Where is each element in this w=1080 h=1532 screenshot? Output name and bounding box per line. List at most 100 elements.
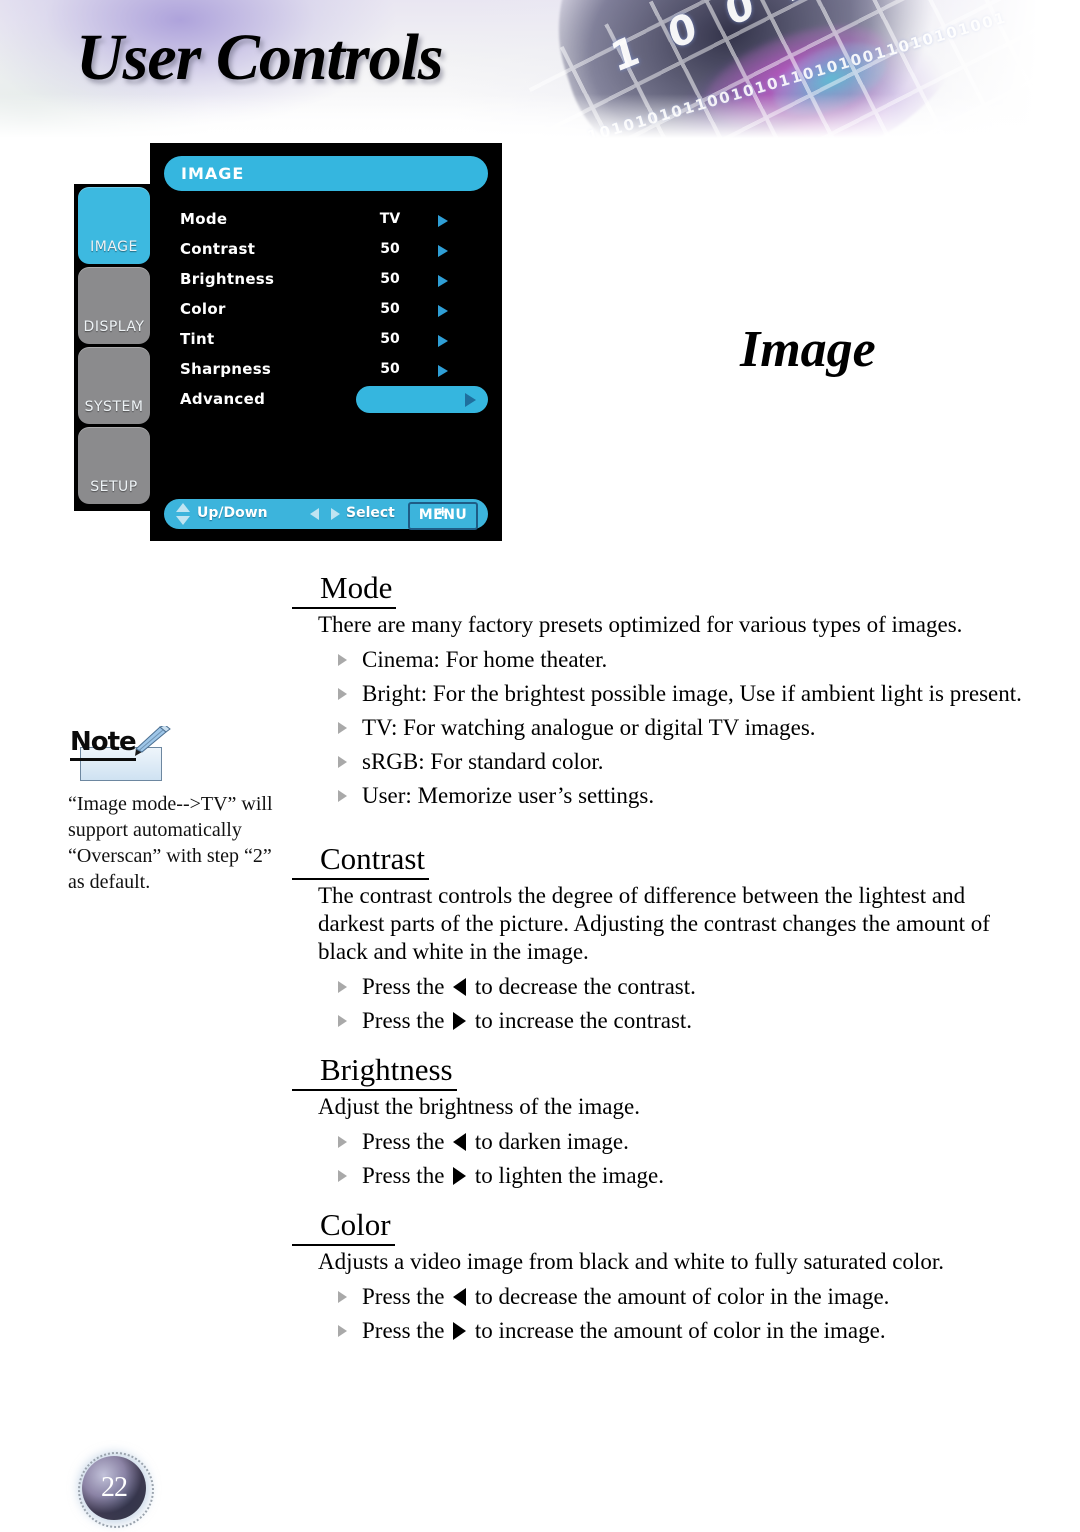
osd-row-tint[interactable]: Tint 50 xyxy=(150,325,502,355)
up-down-arrows-icon xyxy=(176,503,190,525)
osd-tab-system[interactable]: SYSTEM xyxy=(78,347,150,424)
osd-row-color[interactable]: Color 50 xyxy=(150,295,502,325)
list-item-text-post: to increase the amount of color in the i… xyxy=(474,1318,886,1343)
list-item: Press the to lighten the image. xyxy=(292,1161,1022,1191)
list-item-text: Bright: For the brightest possible image… xyxy=(362,681,1022,706)
osd-row-sharpness[interactable]: Sharpness 50 xyxy=(150,355,502,385)
list-item: Cinema: For home theater. xyxy=(292,645,1022,675)
osd-tab-label: SETUP xyxy=(90,479,138,495)
osd-menu-button[interactable]: MENU + xyxy=(408,502,478,530)
osd-row-label: Contrast xyxy=(180,240,256,258)
osd-row-contrast[interactable]: Contrast 50 xyxy=(150,235,502,265)
right-arrow-key-icon xyxy=(453,1167,467,1185)
osd-menu: IMAGE Mode TV Contrast 50 Brightness 50 … xyxy=(74,143,502,541)
osd-menu-plus-icon: + xyxy=(436,504,450,520)
section-mode: Mode There are many factory presets opti… xyxy=(292,570,1022,811)
page-number-badge: 22 xyxy=(78,1452,154,1528)
section-contrast: Contrast The contrast controls the degre… xyxy=(292,841,1022,1036)
osd-footer-bar: Up/Down Select MENU + xyxy=(164,499,488,530)
osd-tab-setup[interactable]: SETUP xyxy=(78,427,150,504)
note-icon-label: Note xyxy=(70,727,137,761)
note-text: “Image mode-->TV” will support automatic… xyxy=(68,793,273,893)
list-item-text-pre: Press the xyxy=(362,1163,445,1188)
section-heading: Contrast xyxy=(292,841,430,880)
note-icon: Note xyxy=(68,726,188,785)
osd-row-label: Advanced xyxy=(180,390,266,408)
left-arrow-key-icon xyxy=(453,1133,467,1151)
osd-row-value: TV xyxy=(379,211,401,227)
chevron-right-icon[interactable] xyxy=(438,305,448,317)
list-item-text-post: to decrease the contrast. xyxy=(474,974,696,999)
osd-tab-strip: IMAGE DISPLAY SYSTEM SETUP xyxy=(74,184,152,511)
osd-row-label: Sharpness xyxy=(180,360,272,378)
osd-updown-label: Up/Down xyxy=(197,505,268,521)
brightness-bullet-list: Press the to darken image. Press the to … xyxy=(292,1127,1022,1191)
osd-row-label: Color xyxy=(180,300,226,318)
chevron-right-icon[interactable] xyxy=(438,245,448,257)
chevron-right-icon[interactable] xyxy=(438,335,448,347)
osd-row-value: 50 xyxy=(380,271,400,287)
section-body: Adjusts a video image from black and whi… xyxy=(318,1249,944,1274)
left-arrow-key-icon xyxy=(453,978,467,996)
section-heading: Mode xyxy=(292,570,397,609)
osd-title-label: IMAGE xyxy=(181,164,245,183)
mode-bullet-list: Cinema: For home theater. Bright: For th… xyxy=(292,645,1022,811)
list-item-text-post: to lighten the image. xyxy=(474,1163,664,1188)
page-header-banner: 1 0 0 1 0 0 1 0 1 1010101011001010110101… xyxy=(0,0,1080,142)
list-item-text-pre: Press the xyxy=(362,1284,445,1309)
bullet-triangle-icon xyxy=(338,790,347,802)
osd-row-label: Mode xyxy=(180,210,228,228)
chevron-right-icon[interactable] xyxy=(438,275,448,287)
osd-tab-label: IMAGE xyxy=(90,239,138,255)
bullet-triangle-icon xyxy=(338,1291,347,1303)
color-bullet-list: Press the to decrease the amount of colo… xyxy=(292,1282,1022,1346)
osd-row-advanced[interactable]: Advanced xyxy=(150,385,502,415)
chapter-section-title: Image xyxy=(740,321,876,378)
list-item-text-post: to decrease the amount of color in the i… xyxy=(474,1284,890,1309)
list-item: Press the to decrease the amount of colo… xyxy=(292,1282,1022,1312)
banner-bottom-fade xyxy=(0,94,1080,142)
bullet-triangle-icon xyxy=(338,981,347,993)
section-body: Adjust the brightness of the image. xyxy=(318,1094,640,1119)
osd-panel: IMAGE Mode TV Contrast 50 Brightness 50 … xyxy=(150,143,502,541)
osd-tab-label: DISPLAY xyxy=(83,319,145,335)
section-body: The contrast controls the degree of diff… xyxy=(318,883,990,964)
list-item-text: User: Memorize user’s settings. xyxy=(362,783,655,808)
section-brightness: Brightness Adjust the brightness of the … xyxy=(292,1052,1022,1191)
list-item-text: sRGB: For standard color. xyxy=(362,749,604,774)
left-right-arrows-icon xyxy=(310,508,340,521)
list-item: Press the to increase the contrast. xyxy=(292,1006,1022,1036)
contrast-bullet-list: Press the to decrease the contrast. Pres… xyxy=(292,972,1022,1036)
list-item: Press the to decrease the contrast. xyxy=(292,972,1022,1002)
osd-row-brightness[interactable]: Brightness 50 xyxy=(150,265,502,295)
right-arrow-key-icon xyxy=(453,1322,467,1340)
osd-title-bar: IMAGE xyxy=(164,156,488,191)
list-item: TV: For watching analogue or digital TV … xyxy=(292,713,1022,743)
bullet-triangle-icon xyxy=(338,1015,347,1027)
osd-tab-label: SYSTEM xyxy=(84,399,144,415)
section-body: There are many factory presets optimized… xyxy=(318,612,963,637)
chevron-right-icon[interactable] xyxy=(438,215,448,227)
osd-tab-display[interactable]: DISPLAY xyxy=(78,267,150,344)
chevron-right-outline-icon xyxy=(465,393,476,407)
list-item-text-pre: Press the xyxy=(362,1129,445,1154)
osd-row-mode[interactable]: Mode TV xyxy=(150,205,502,235)
body-content: Mode There are many factory presets opti… xyxy=(292,570,1022,1350)
chevron-right-icon[interactable] xyxy=(438,365,448,377)
list-item: Press the to darken image. xyxy=(292,1127,1022,1157)
list-item: User: Memorize user’s settings. xyxy=(292,781,1022,811)
osd-row-label: Brightness xyxy=(180,270,275,288)
list-item-text: Cinema: For home theater. xyxy=(362,647,608,672)
osd-advanced-highlight[interactable] xyxy=(356,386,488,413)
osd-row-list: Mode TV Contrast 50 Brightness 50 Color … xyxy=(150,205,502,415)
osd-tab-image[interactable]: IMAGE xyxy=(78,187,150,264)
left-arrow-key-icon xyxy=(453,1288,467,1306)
osd-row-value: 50 xyxy=(380,301,400,317)
section-heading: Color xyxy=(292,1207,395,1246)
list-item: Bright: For the brightest possible image… xyxy=(292,679,1022,709)
osd-row-label: Tint xyxy=(180,330,215,348)
osd-row-value: 50 xyxy=(380,241,400,257)
list-item-text-pre: Press the xyxy=(362,1318,445,1343)
